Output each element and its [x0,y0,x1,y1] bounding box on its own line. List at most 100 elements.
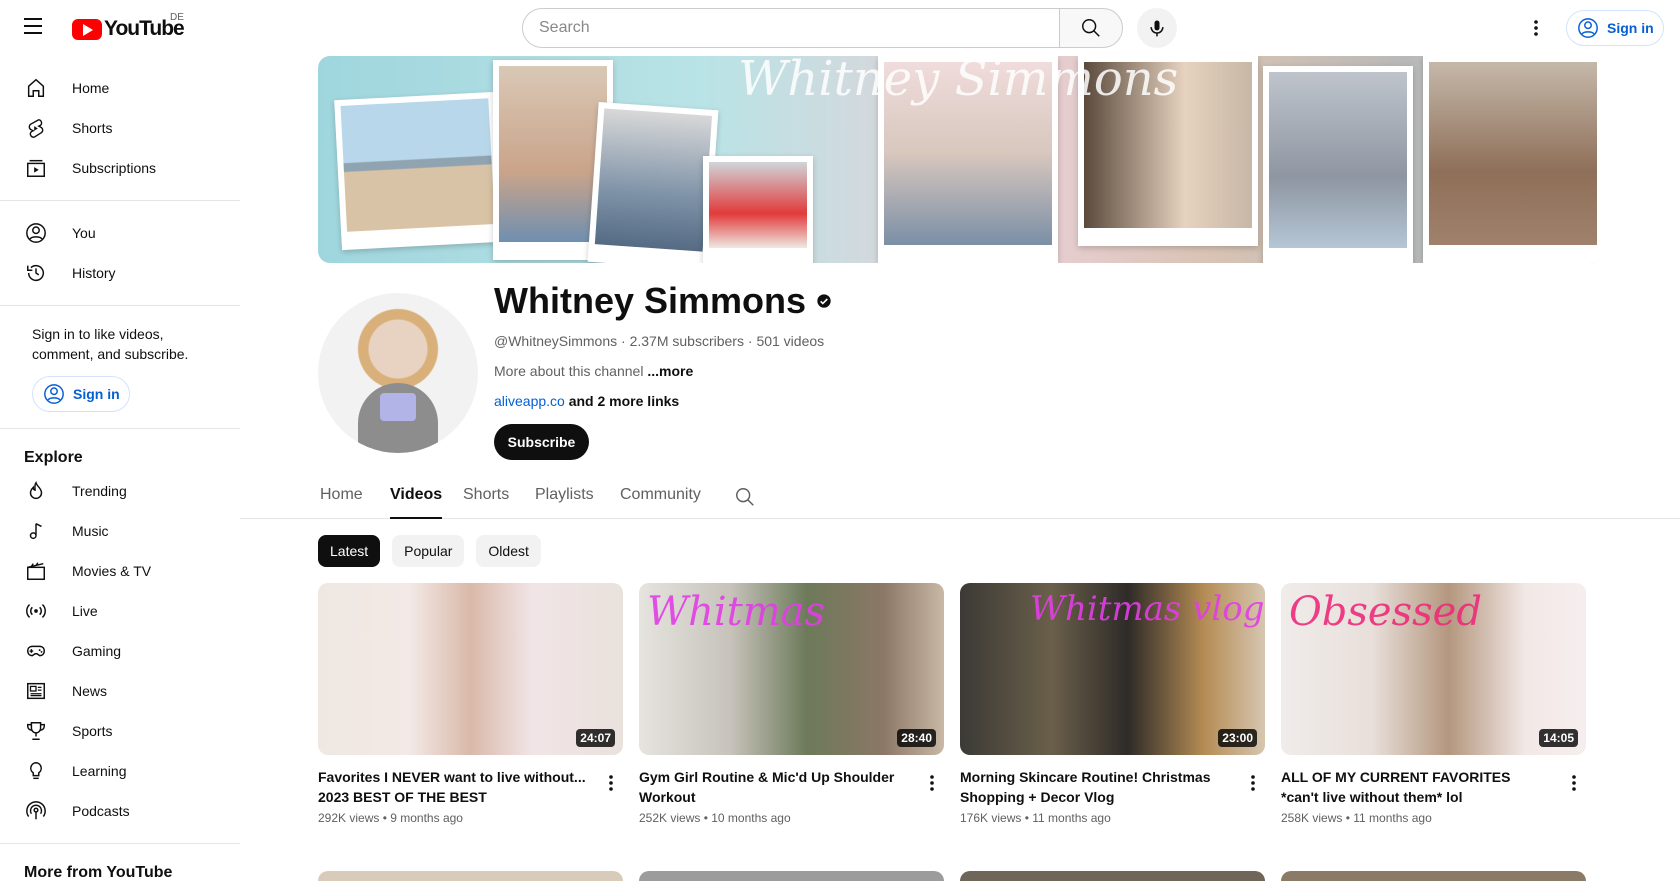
video-thumbnail[interactable] [960,871,1265,881]
banner-photo [1263,66,1413,263]
sidebar-item-label: Shorts [72,120,113,136]
thumbnail-overlay-text: Obsessed [1289,589,1482,635]
video-meta: 258K views • 11 months ago [1281,811,1432,825]
video-menu-button[interactable] [1241,771,1265,795]
more-vert-icon [930,775,934,791]
sidebar-item-home[interactable]: Home [0,68,240,108]
video-duration: 23:00 [1218,729,1257,747]
sidebar-item-live[interactable]: Live [0,591,240,631]
video-thumbnail[interactable] [318,871,623,881]
more-links-button[interactable]: and 2 more links [569,393,679,409]
sidebar-sign-in-button[interactable]: Sign in [32,376,130,412]
video-meta: 176K views • 11 months ago [960,811,1111,825]
top-bar: YouTube DE Search Sign in [0,0,1680,56]
youtube-logo[interactable]: YouTube [72,17,185,41]
video-meta: 252K views • 10 months ago [639,811,791,825]
sign-in-button[interactable]: Sign in [1566,10,1664,46]
tab-shorts[interactable]: Shorts [463,486,509,519]
sidebar-item-label: Podcasts [72,803,130,819]
more-vert-icon [1534,20,1538,36]
video-thumbnail[interactable] [639,871,944,881]
trending-icon [24,479,48,503]
video-menu-button[interactable] [599,771,623,795]
video-card[interactable]: Whitmas 28:40 Gym Girl Routine & Mic'd U… [639,583,944,825]
video-thumbnail[interactable]: 24:07 [318,583,623,755]
subscribe-button[interactable]: Subscribe [494,424,589,460]
sidebar-item-label: Home [72,80,110,96]
channel-external-link[interactable]: aliveapp.co [494,393,565,409]
channel-about[interactable]: More about this channel ...more [494,363,693,379]
channel-links: aliveapp.co and 2 more links [494,393,679,409]
tab-home[interactable]: Home [320,486,363,519]
banner-photo [587,102,719,263]
you-icon [24,221,48,245]
home-icon [24,76,48,100]
video-title[interactable]: ALL OF MY CURRENT FAVORITES *can't live … [1281,767,1551,807]
more-from-youtube-heading: More from YouTube [24,864,173,881]
more-vert-icon [609,775,613,791]
sidebar-item-label: Subscriptions [72,160,157,176]
sidebar-item-history[interactable]: History [0,253,240,293]
video-title[interactable]: Favorites I NEVER want to live without..… [318,767,588,807]
settings-menu-button[interactable] [1524,16,1548,40]
tab-playlists[interactable]: Playlists [535,486,594,519]
video-thumbnail[interactable]: Whitmas 28:40 [639,583,944,755]
sidebar-item-label: Gaming [72,643,122,659]
banner-script-text: Whitney Simmons [738,56,1179,107]
sidebar-divider [0,305,240,306]
sidebar-item-movies-tv[interactable]: Movies & TV [0,551,240,591]
sidebar-divider [0,428,240,429]
sidebar-divider [0,843,240,844]
sidebar-item-label: News [72,683,108,699]
sidebar-item-news[interactable]: News [0,671,240,711]
sidebar-item-subscriptions[interactable]: Subscriptions [0,148,240,188]
sign-in-label: Sign in [73,386,120,402]
banner-photo [703,156,813,263]
subscriptions-icon [24,156,48,180]
view-count: 252K views [639,811,701,825]
sidebar: Home Shorts Subscriptions You History Si… [0,56,240,881]
chip-popular[interactable]: Popular [392,535,465,567]
sidebar-item-learning[interactable]: Learning [0,751,240,791]
sidebar-item-sports[interactable]: Sports [0,711,240,751]
channel-search-button[interactable] [734,486,756,513]
tab-videos[interactable]: Videos [390,486,443,519]
sidebar-item-trending[interactable]: Trending [0,471,240,511]
banner-photo [334,91,502,251]
video-title[interactable]: Gym Girl Routine & Mic'd Up Shoulder Wor… [639,767,909,807]
explore-heading: Explore [24,449,83,466]
chip-latest[interactable]: Latest [318,535,381,567]
shorts-icon [24,116,48,140]
sort-chips: Latest Popular Oldest [318,535,553,567]
view-count: 292K views [318,811,380,825]
sidebar-item-you[interactable]: You [0,213,240,253]
video-card[interactable]: Whitmas vlog 23:00 Morning Skincare Rout… [960,583,1265,825]
voice-search-button[interactable] [1137,8,1177,48]
video-menu-button[interactable] [920,771,944,795]
sidebar-item-shorts[interactable]: Shorts [0,108,240,148]
video-card[interactable]: 24:07 Favorites I NEVER want to live wit… [318,583,623,825]
video-thumbnail[interactable]: Whitmas vlog 23:00 [960,583,1265,755]
sidebar-item-music[interactable]: Music [0,511,240,551]
chip-oldest[interactable]: Oldest [476,535,541,567]
search-icon [1082,19,1100,37]
video-title[interactable]: Morning Skincare Routine! Christmas Shop… [960,767,1230,807]
sidebar-item-gaming[interactable]: Gaming [0,631,240,671]
upload-age: 11 months ago [1353,811,1432,825]
sidebar-item-podcasts[interactable]: Podcasts [0,791,240,831]
video-thumbnail[interactable] [1281,871,1586,881]
video-count: 501 videos [756,333,825,349]
video-thumbnail[interactable]: Obsessed 14:05 [1281,583,1586,755]
about-more-link[interactable]: ...more [647,363,693,379]
upload-age: 10 months ago [711,811,791,825]
channel-name-text: Whitney Simmons [494,280,807,321]
video-card[interactable]: Obsessed 14:05 ALL OF MY CURRENT FAVORIT… [1281,583,1586,825]
news-icon [24,679,48,703]
sidebar-item-label: Music [72,523,109,539]
menu-icon[interactable] [24,18,48,38]
search-button[interactable] [1059,8,1123,48]
search-input[interactable]: Search [522,8,1060,48]
video-menu-button[interactable] [1562,771,1586,795]
tab-community[interactable]: Community [620,486,701,519]
sidebar-item-label: Movies & TV [72,563,152,579]
